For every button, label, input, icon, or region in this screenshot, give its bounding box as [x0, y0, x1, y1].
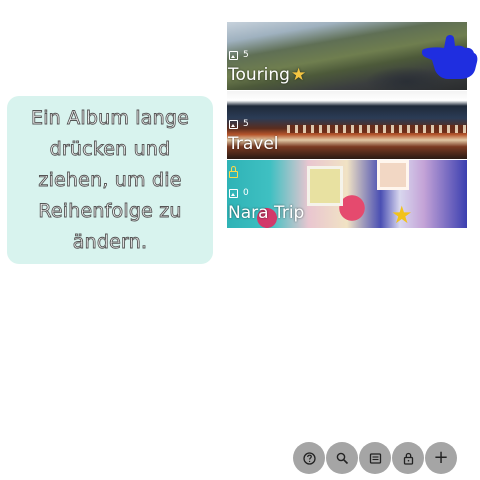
- reorder-hint-tooltip: Ein Album lange drücken und ziehen, um d…: [7, 96, 213, 264]
- photo-icon: [229, 119, 238, 129]
- add-icon: +: [433, 447, 449, 468]
- lock-icon: [403, 452, 413, 465]
- view-icon: [369, 452, 381, 464]
- pointing-hand-icon: [422, 35, 478, 79]
- star-icon: ★: [290, 65, 307, 85]
- album-count-value: 5: [243, 50, 249, 60]
- album-photo-count: 5: [229, 119, 249, 129]
- photo-icon: [229, 188, 238, 198]
- album-photo-count: 0: [229, 188, 249, 198]
- album-title: Travel: [228, 134, 279, 154]
- bottom-toolbar: +: [293, 442, 457, 474]
- album-title: Nara Trip: [228, 203, 304, 223]
- lock-icon: [229, 166, 240, 179]
- album-title-text: Touring: [228, 65, 290, 85]
- search-icon: [336, 452, 348, 464]
- album-count-value: 5: [243, 119, 249, 129]
- add-album-button[interactable]: +: [425, 442, 457, 474]
- album-card-travel[interactable]: 5 Travel: [227, 91, 467, 159]
- help-button[interactable]: [293, 442, 325, 474]
- reorder-hint-text: Ein Album lange drücken und ziehen, um d…: [30, 106, 190, 253]
- help-icon: [302, 451, 316, 465]
- album-title-text: Travel: [228, 134, 279, 154]
- view-toggle-button[interactable]: [359, 442, 391, 474]
- search-button[interactable]: [326, 442, 358, 474]
- album-title-text: Nara Trip: [228, 203, 305, 223]
- lock-button[interactable]: [392, 442, 424, 474]
- album-title: Touring ★: [228, 65, 306, 85]
- album-count-value: 0: [243, 188, 249, 198]
- star-icon: ★: [391, 201, 413, 228]
- album-photo-count: 5: [229, 50, 249, 60]
- photo-icon: [229, 50, 238, 60]
- album-card-nara-trip[interactable]: 0 Nara Trip ★: [227, 160, 467, 228]
